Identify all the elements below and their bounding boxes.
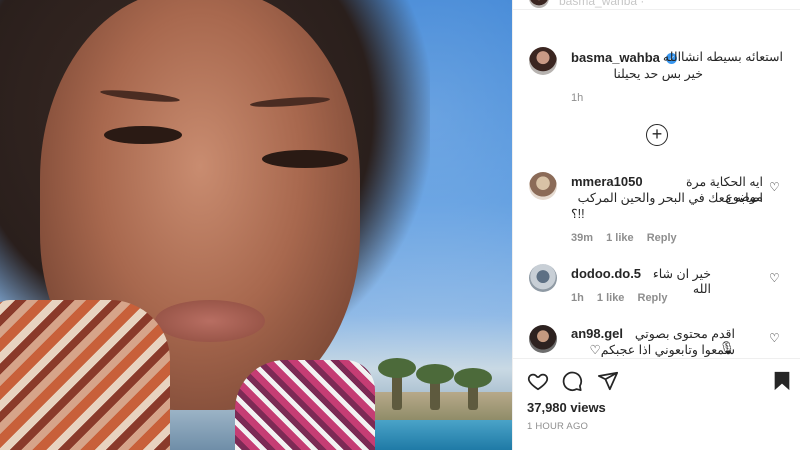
comment-text: سمعوا وتابعوني اذا عجبكم♡ [589, 343, 735, 357]
comment-like-heart-icon[interactable]: ♡ [769, 272, 781, 284]
video-scarf [0, 300, 170, 450]
video-palm [416, 364, 454, 410]
video-eye [262, 150, 348, 168]
post-timestamp[interactable]: 1 HOUR AGO [527, 421, 588, 432]
comment-avatar[interactable] [529, 325, 557, 353]
video-scarf [235, 360, 375, 450]
comment-likes[interactable]: 1 like [597, 292, 625, 304]
comment-avatar[interactable] [529, 172, 557, 200]
comment-likes[interactable]: 1 like [606, 232, 634, 244]
comment-meta: 1h 1 like Reply [571, 292, 677, 304]
load-more-comments-button[interactable]: + [646, 124, 668, 146]
comment-username[interactable]: an98.gel [571, 326, 623, 341]
caption-avatar[interactable] [529, 47, 557, 75]
comment-reply-button[interactable]: Reply [647, 232, 677, 244]
caption-text-line2: خير بس حد يحيلنا [613, 67, 703, 81]
comment-time[interactable]: 39m [571, 232, 593, 244]
comment-meta: 39m 1 like Reply [571, 232, 687, 244]
view-count[interactable]: 37,980 views [527, 400, 606, 415]
comment-reply-button[interactable]: Reply [638, 292, 668, 304]
post-actions-bar: 37,980 views 1 HOUR AGO [513, 358, 800, 450]
post-side-panel: basma_wahba · basma_wahba ✓ استعائه بسيط… [512, 0, 800, 450]
save-bookmark-icon[interactable] [771, 370, 793, 392]
video-palm [454, 368, 492, 410]
comment-like-heart-icon[interactable]: ♡ [769, 332, 781, 344]
post-header: basma_wahba · [513, 0, 800, 10]
comment-username[interactable]: dodoo.do.5 [571, 266, 641, 281]
header-username[interactable]: basma_wahba · [559, 0, 644, 8]
video-mouth [155, 300, 265, 342]
like-heart-icon[interactable] [527, 370, 549, 392]
comment-time[interactable]: 1h [571, 292, 584, 304]
comment-username[interactable]: mmera1050 [571, 174, 643, 189]
caption-time[interactable]: 1h [571, 92, 583, 104]
comment-text: !!؟ [571, 207, 585, 221]
post-video[interactable] [0, 0, 512, 450]
comment-bubble-icon[interactable] [561, 370, 583, 392]
caption-text-line1: استعائه بسيطه انشاالله [662, 50, 783, 64]
share-paper-plane-icon[interactable] [597, 370, 619, 392]
comment-like-heart-icon[interactable]: ♡ [769, 181, 781, 193]
comment-avatar[interactable] [529, 264, 557, 292]
video-eye [104, 126, 182, 144]
header-avatar[interactable] [529, 0, 549, 8]
comment-text: اصابه معك في البحر والحين المركب [577, 191, 763, 205]
